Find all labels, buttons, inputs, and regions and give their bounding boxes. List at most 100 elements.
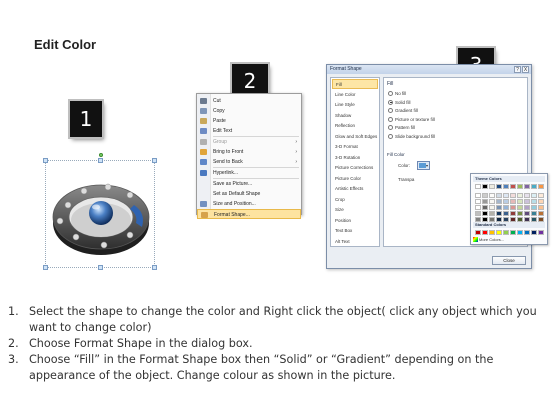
radio-button[interactable] [388, 116, 393, 122]
theme-color-swatch[interactable] [482, 211, 488, 216]
theme-color-swatch[interactable] [475, 193, 481, 198]
theme-color-swatch[interactable] [517, 205, 523, 210]
theme-color-swatch[interactable] [510, 184, 516, 189]
theme-color-swatch[interactable] [489, 199, 495, 204]
theme-color-swatch[interactable] [510, 199, 516, 204]
standard-color-swatch[interactable] [503, 230, 509, 235]
theme-color-swatch[interactable] [531, 184, 537, 189]
menu-item-save-as-picture[interactable]: Save as Picture... [197, 179, 301, 189]
theme-color-swatch[interactable] [517, 211, 523, 216]
theme-color-swatch[interactable] [475, 184, 481, 189]
theme-color-swatch[interactable] [524, 211, 530, 216]
help-button[interactable]: ? [514, 66, 521, 73]
menu-item-paste[interactable]: Paste [197, 116, 301, 126]
theme-color-swatch[interactable] [503, 205, 509, 210]
menu-item-edit-text[interactable]: Edit Text [197, 126, 301, 136]
close-button[interactable]: Close [492, 256, 526, 265]
standard-color-swatch[interactable] [531, 230, 537, 235]
nav-item-3-d-format[interactable]: 3-D Format [332, 142, 378, 152]
theme-color-swatch[interactable] [503, 199, 509, 204]
nav-item-shadow[interactable]: Shadow [332, 111, 378, 121]
theme-color-swatch[interactable] [531, 211, 537, 216]
theme-color-swatch[interactable] [489, 184, 495, 189]
radio-button[interactable] [388, 91, 393, 96]
close-icon[interactable]: X [522, 66, 529, 73]
nav-item-picture-color[interactable]: Picture Color [332, 174, 378, 184]
resize-handle[interactable] [152, 265, 157, 270]
nav-item-alt-text[interactable]: Alt Text [332, 237, 378, 247]
nav-item-reflection[interactable]: Reflection [332, 121, 378, 131]
radio-button[interactable] [388, 125, 393, 130]
radio-button[interactable] [388, 108, 393, 113]
resize-handle[interactable] [98, 158, 103, 163]
theme-color-swatch[interactable] [510, 211, 516, 216]
theme-color-swatch[interactable] [496, 184, 502, 189]
selected-shape[interactable] [43, 153, 157, 270]
standard-color-swatch[interactable] [489, 230, 495, 235]
theme-color-swatch[interactable] [531, 199, 537, 204]
theme-color-swatch[interactable] [475, 199, 481, 204]
standard-color-swatch[interactable] [475, 230, 481, 235]
resize-handle[interactable] [98, 265, 103, 270]
nav-item-glow-and-soft-edges[interactable]: Glow and Soft Edges [332, 132, 378, 142]
radio-button[interactable] [388, 99, 393, 105]
nav-item-3-d-rotation[interactable]: 3-D Rotation [332, 153, 378, 163]
theme-color-swatch[interactable] [531, 193, 537, 198]
theme-color-swatch[interactable] [503, 193, 509, 198]
nav-item-position[interactable]: Position [332, 216, 378, 226]
theme-color-swatch[interactable] [510, 193, 516, 198]
color-picker-button[interactable]: ▾ [417, 161, 430, 170]
nav-item-line-style[interactable]: Line Style [332, 100, 378, 110]
theme-color-swatch[interactable] [496, 205, 502, 210]
theme-color-swatch[interactable] [475, 211, 481, 216]
standard-color-swatch[interactable] [538, 230, 544, 235]
menu-item-group[interactable]: Group › [197, 137, 301, 147]
menu-item-copy[interactable]: Copy [197, 106, 301, 116]
fill-option-pattern-fill[interactable]: Pattern fill [388, 124, 415, 131]
more-colors-link[interactable]: More Colors... [479, 237, 504, 242]
fill-option-picture-or-texture-fill[interactable]: Picture or texture fill [388, 116, 435, 123]
theme-color-swatch[interactable] [510, 205, 516, 210]
theme-color-swatch[interactable] [538, 193, 544, 198]
fill-option-slide-background-fill[interactable]: Slide background fill [388, 133, 435, 140]
nav-item-size[interactable]: Size [332, 205, 378, 215]
standard-color-swatch[interactable] [482, 230, 488, 235]
theme-color-swatch[interactable] [496, 199, 502, 204]
theme-color-swatch[interactable] [538, 205, 544, 210]
theme-color-swatch[interactable] [524, 205, 530, 210]
fill-option-solid-fill[interactable]: Solid fill [388, 99, 411, 106]
theme-color-swatch[interactable] [517, 193, 523, 198]
fill-option-no-fill[interactable]: No fill [388, 90, 406, 97]
resize-handle[interactable] [43, 265, 48, 270]
theme-color-swatch[interactable] [524, 199, 530, 204]
theme-color-swatch[interactable] [482, 184, 488, 189]
standard-color-swatch[interactable] [517, 230, 523, 235]
theme-color-swatch[interactable] [524, 184, 530, 189]
radio-button[interactable] [388, 133, 393, 139]
menu-item-hyperlink[interactable]: Hyperlink... [197, 168, 301, 178]
standard-color-swatch[interactable] [510, 230, 516, 235]
nav-item-picture-corrections[interactable]: Picture Corrections [332, 163, 378, 173]
theme-color-swatch[interactable] [489, 193, 495, 198]
theme-color-swatch[interactable] [503, 211, 509, 216]
theme-color-swatch[interactable] [538, 184, 544, 189]
resize-handle[interactable] [152, 158, 157, 163]
theme-color-swatch[interactable] [489, 211, 495, 216]
menu-item-send-to-back[interactable]: Send to Back › [197, 157, 301, 167]
nav-item-fill[interactable]: Fill [332, 79, 378, 89]
theme-color-swatch[interactable] [482, 205, 488, 210]
standard-color-swatch[interactable] [524, 230, 530, 235]
theme-color-swatch[interactable] [475, 205, 481, 210]
theme-color-swatch[interactable] [531, 205, 537, 210]
theme-color-swatch[interactable] [489, 205, 495, 210]
nav-item-text-box[interactable]: Text Box [332, 226, 378, 236]
nav-item-artistic-effects[interactable]: Artistic Effects [332, 184, 378, 194]
theme-color-swatch[interactable] [517, 184, 523, 189]
resize-handle[interactable] [43, 158, 48, 163]
menu-item-set-as-default-shape[interactable]: Set as Default Shape [197, 189, 301, 199]
theme-color-swatch[interactable] [538, 211, 544, 216]
menu-item-format-shape[interactable]: Format Shape... [197, 209, 301, 219]
theme-color-swatch[interactable] [538, 199, 544, 204]
theme-color-swatch[interactable] [496, 211, 502, 216]
menu-item-cut[interactable]: Cut [197, 96, 301, 106]
